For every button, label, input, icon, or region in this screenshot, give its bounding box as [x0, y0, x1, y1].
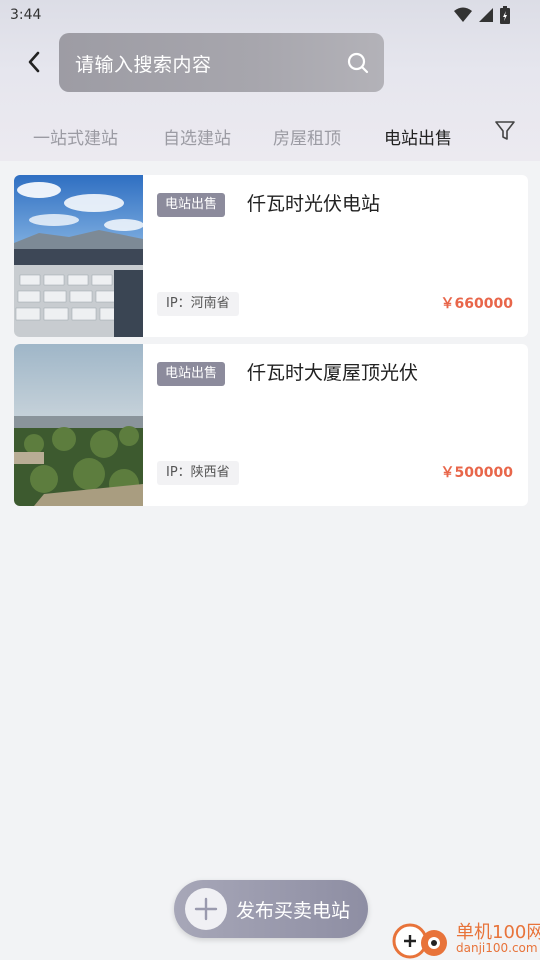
status-icons: [454, 6, 510, 24]
category-tabs: 一站式建站 自选建站 房屋租顶 电站出售: [0, 118, 540, 158]
listing-image: [14, 344, 143, 506]
category-badge: 电站出售: [157, 362, 226, 386]
category-badge: 电站出售: [157, 193, 226, 217]
status-bar: 3:44: [0, 0, 540, 32]
plus-circle: [185, 888, 227, 930]
listing-title: 仟瓦时光伏电站: [247, 193, 381, 215]
search-icon[interactable]: [346, 51, 370, 75]
tab-custom-build[interactable]: 自选建站: [163, 124, 231, 149]
back-button[interactable]: [18, 46, 50, 78]
signal-icon: [479, 8, 493, 22]
search-input[interactable]: 请输入搜索内容: [59, 33, 384, 92]
plus-icon: [194, 897, 218, 921]
listing-title: 仟瓦时大厦屋顶光伏: [247, 362, 419, 384]
tab-one-stop-build[interactable]: 一站式建站: [33, 124, 118, 149]
listing-image: [14, 175, 143, 337]
listing-card[interactable]: 电站出售 仟瓦时光伏电站 IP：河南省 ￥660000: [14, 175, 528, 337]
battery-icon: [500, 6, 510, 24]
status-time: 3:44: [10, 7, 42, 23]
tab-station-sale[interactable]: 电站出售: [384, 124, 452, 149]
search-placeholder: 请输入搜索内容: [75, 54, 212, 76]
listing-price: ￥500000: [440, 465, 513, 481]
ip-location-tag: IP：河南省: [157, 292, 239, 316]
listing-card[interactable]: 电站出售 仟瓦时大厦屋顶光伏 IP：陕西省 ￥500000: [14, 344, 528, 506]
site-watermark: 单机100网 danji100.com: [390, 918, 540, 960]
app-header: 3:44 请输入搜索内容 一站式建站 自选建站 房屋租顶 电站出售: [0, 0, 540, 161]
watermark-logo: [392, 923, 447, 959]
listing-price: ￥660000: [440, 296, 513, 312]
publish-label: 发布买卖电站: [236, 900, 351, 922]
wifi-icon: [454, 7, 472, 22]
filter-icon[interactable]: [494, 120, 516, 142]
publish-trade-button[interactable]: 发布买卖电站: [174, 880, 368, 938]
ip-location-tag: IP：陕西省: [157, 461, 239, 485]
chevron-left-icon: [28, 51, 40, 73]
watermark-url: danji100.com: [456, 941, 538, 955]
tab-roof-rental[interactable]: 房屋租顶: [273, 124, 341, 149]
